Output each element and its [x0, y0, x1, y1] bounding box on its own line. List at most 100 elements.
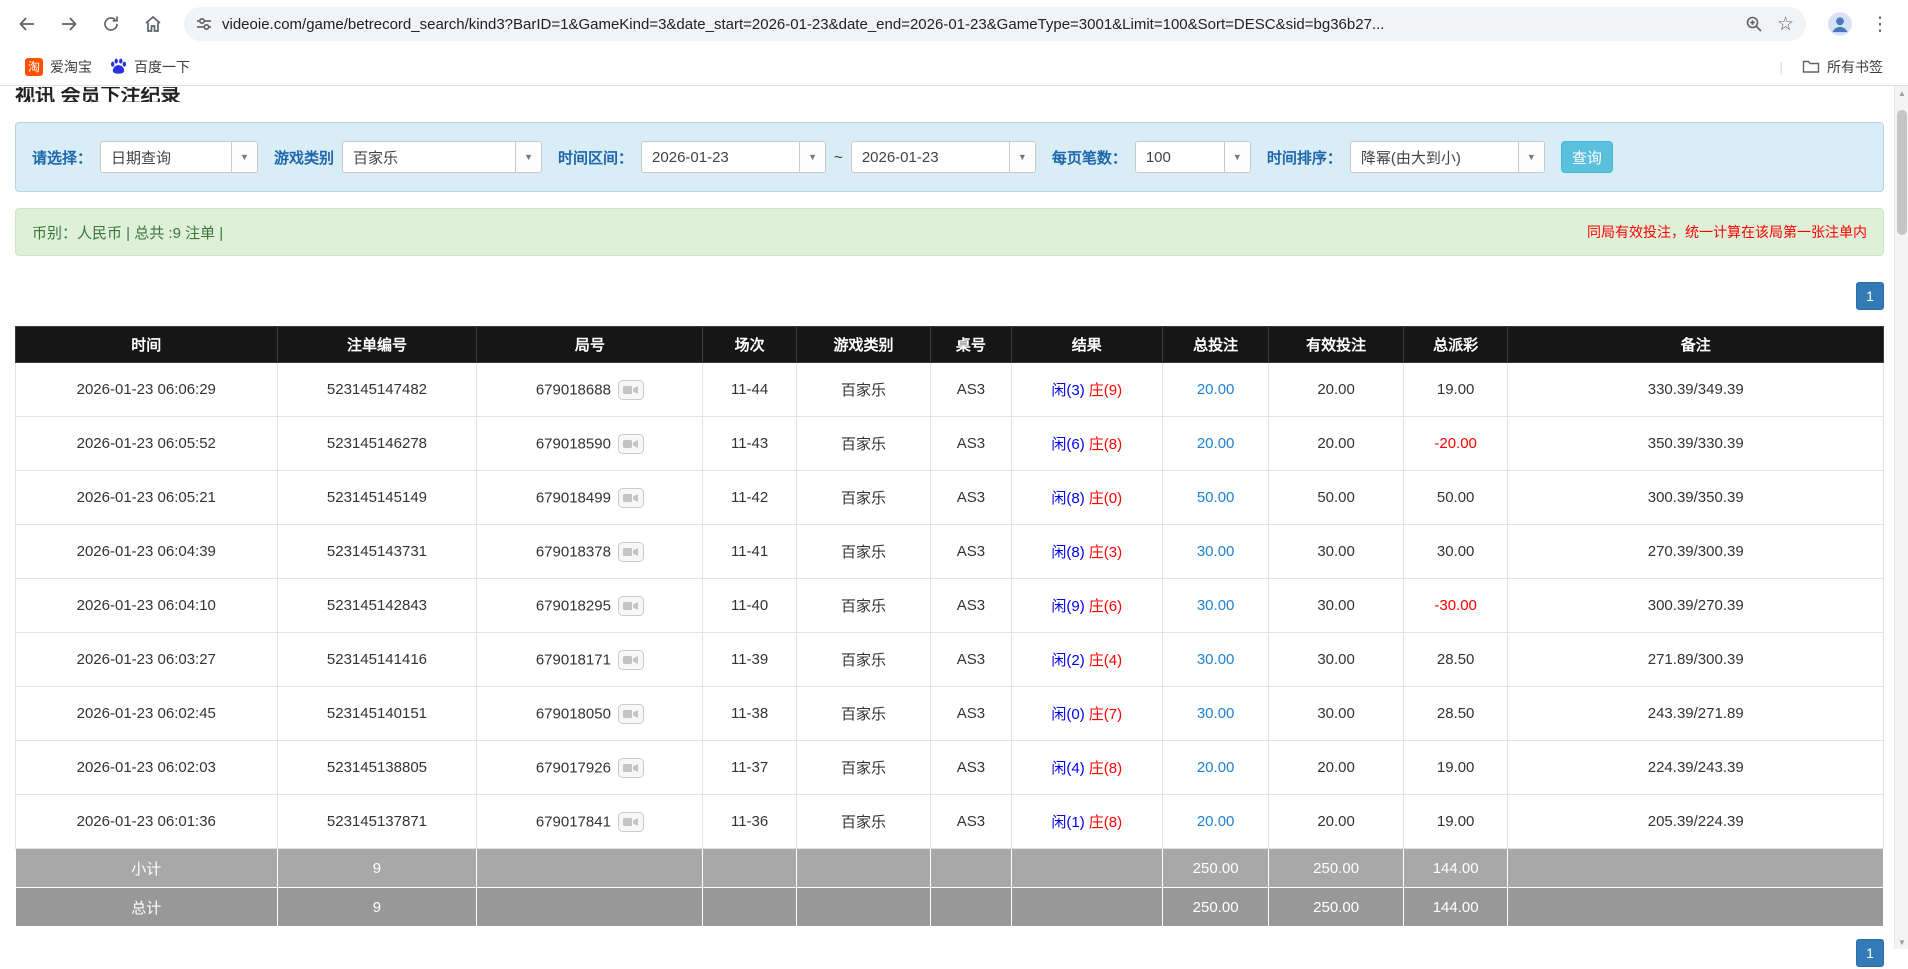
cell-session: 11-39: [703, 633, 796, 687]
table-row: 2026-01-23 06:02:45 523145140151 6790180…: [16, 687, 1884, 741]
cell-note: 270.39/300.39: [1508, 525, 1884, 579]
cell-note: 300.39/350.39: [1508, 471, 1884, 525]
cell-bet-id: 523145143731: [277, 525, 477, 579]
scroll-down-icon[interactable]: ▼: [1895, 935, 1908, 949]
url-bar[interactable]: videoie.com/game/betrecord_search/kind3?…: [184, 7, 1806, 41]
cell-round: 679017926: [477, 741, 703, 795]
result-banker: 庄(9): [1089, 382, 1122, 399]
cell-bet-id: 523145145149: [277, 471, 477, 525]
total-empty-cell: [1508, 888, 1884, 927]
bookmark-baidu[interactable]: 百度一下: [101, 53, 199, 81]
cell-round: 679018590: [477, 417, 703, 471]
total-empty-cell: [796, 888, 930, 927]
page-1-button[interactable]: 1: [1856, 939, 1884, 967]
result-banker: 庄(7): [1089, 706, 1122, 723]
subtotal-valid-bet: 250.00: [1269, 849, 1403, 888]
bookmark-taobao[interactable]: 淘 爱淘宝: [16, 53, 101, 81]
cell-session: 11-37: [703, 741, 796, 795]
round-number: 679018378: [536, 543, 611, 560]
all-bookmarks-button[interactable]: 所有书签: [1793, 53, 1892, 81]
cell-time: 2026-01-23 06:02:03: [16, 741, 278, 795]
cell-total-bet: 30.00: [1162, 633, 1268, 687]
col-header-payout: 总派彩: [1403, 327, 1508, 363]
page-scrollbar[interactable]: ▲ ▼: [1894, 86, 1908, 949]
subtotal-empty-cell: [796, 849, 930, 888]
subtotal-count: 9: [277, 849, 477, 888]
bet-records-table: 时间 注单编号 局号 场次 游戏类别 桌号 结果 总投注 有效投注 总派彩 备注…: [15, 326, 1884, 927]
chevron-down-icon[interactable]: ▼: [1518, 142, 1544, 172]
search-button[interactable]: 查询: [1561, 141, 1613, 173]
date-range-label: 时间区间：: [558, 147, 633, 168]
result-banker: 庄(8): [1089, 760, 1122, 777]
result-banker: 庄(4): [1089, 652, 1122, 669]
col-header-result: 结果: [1011, 327, 1162, 363]
video-replay-icon[interactable]: [618, 650, 644, 670]
subtotal-label: 小计: [16, 849, 278, 888]
result-player: 闲(0): [1051, 706, 1084, 723]
refresh-icon[interactable]: [90, 4, 132, 44]
menu-icon[interactable]: ⋮: [1860, 13, 1900, 36]
back-icon[interactable]: [6, 4, 48, 44]
bookmarks-divider: |: [1779, 59, 1783, 75]
page-1-button[interactable]: 1: [1856, 282, 1884, 310]
date-start-input[interactable]: 2026-01-23 ▼: [641, 141, 826, 173]
cell-payout: 19.00: [1403, 795, 1508, 849]
cell-result: 闲(0) 庄(7): [1011, 687, 1162, 741]
cell-payout: 50.00: [1403, 471, 1508, 525]
video-replay-icon[interactable]: [618, 488, 644, 508]
date-end-input[interactable]: 2026-01-23 ▼: [851, 141, 1036, 173]
cell-time: 2026-01-23 06:05:21: [16, 471, 278, 525]
col-header-note: 备注: [1508, 327, 1884, 363]
col-header-session: 场次: [703, 327, 796, 363]
game-type-select[interactable]: 百家乐 ▼: [342, 141, 542, 173]
video-replay-icon[interactable]: [618, 542, 644, 562]
video-replay-icon[interactable]: [618, 434, 644, 454]
select-type-label: 请选择：: [32, 147, 92, 168]
video-replay-icon[interactable]: [618, 380, 644, 400]
cell-note: 224.39/243.39: [1508, 741, 1884, 795]
cell-time: 2026-01-23 06:01:36: [16, 795, 278, 849]
total-label: 总计: [16, 888, 278, 927]
cell-valid-bet: 30.00: [1269, 525, 1403, 579]
cell-payout: 19.00: [1403, 741, 1508, 795]
video-replay-icon[interactable]: [618, 758, 644, 778]
url-text[interactable]: videoie.com/game/betrecord_search/kind3?…: [222, 16, 1735, 33]
bookmark-label: 百度一下: [134, 57, 190, 77]
home-icon[interactable]: [132, 4, 174, 44]
forward-icon[interactable]: [48, 4, 90, 44]
per-page-select[interactable]: 100 ▼: [1135, 141, 1251, 173]
bookmark-star-icon[interactable]: ☆: [1777, 15, 1794, 34]
query-type-select[interactable]: 日期查询 ▼: [100, 141, 258, 173]
cell-table: AS3: [931, 687, 1011, 741]
cell-total-bet: 30.00: [1162, 525, 1268, 579]
cell-game: 百家乐: [796, 687, 930, 741]
chevron-down-icon[interactable]: ▼: [515, 142, 541, 172]
cell-total-bet: 20.00: [1162, 417, 1268, 471]
cell-bet-id: 523145142843: [277, 579, 477, 633]
video-replay-icon[interactable]: [618, 812, 644, 832]
scrollbar-thumb[interactable]: [1897, 110, 1907, 235]
cell-table: AS3: [931, 363, 1011, 417]
bet-table-body: 2026-01-23 06:06:29 523145147482 6790186…: [16, 363, 1884, 849]
chevron-down-icon[interactable]: ▼: [1009, 142, 1035, 172]
cell-total-bet: 30.00: [1162, 687, 1268, 741]
cell-valid-bet: 20.00: [1269, 741, 1403, 795]
cell-payout: 19.00: [1403, 363, 1508, 417]
sort-order-select[interactable]: 降幂(由大到小) ▼: [1350, 141, 1545, 173]
video-replay-icon[interactable]: [618, 596, 644, 616]
chevron-down-icon[interactable]: ▼: [231, 142, 257, 172]
video-replay-icon[interactable]: [618, 704, 644, 724]
site-settings-icon[interactable]: [196, 16, 212, 32]
scroll-up-icon[interactable]: ▲: [1895, 86, 1908, 100]
table-row: 2026-01-23 06:03:27 523145141416 6790181…: [16, 633, 1884, 687]
sort-order-label: 时间排序：: [1267, 147, 1342, 168]
profile-icon[interactable]: [1820, 4, 1860, 44]
cell-note: 300.39/270.39: [1508, 579, 1884, 633]
chevron-down-icon[interactable]: ▼: [1224, 142, 1250, 172]
cell-round: 679018050: [477, 687, 703, 741]
subtotal-empty-cell: [703, 849, 796, 888]
cell-result: 闲(6)庄(8): [1011, 417, 1162, 471]
cell-result: 闲(9)庄(6): [1011, 579, 1162, 633]
zoom-icon[interactable]: [1745, 15, 1763, 33]
chevron-down-icon[interactable]: ▼: [799, 142, 825, 172]
